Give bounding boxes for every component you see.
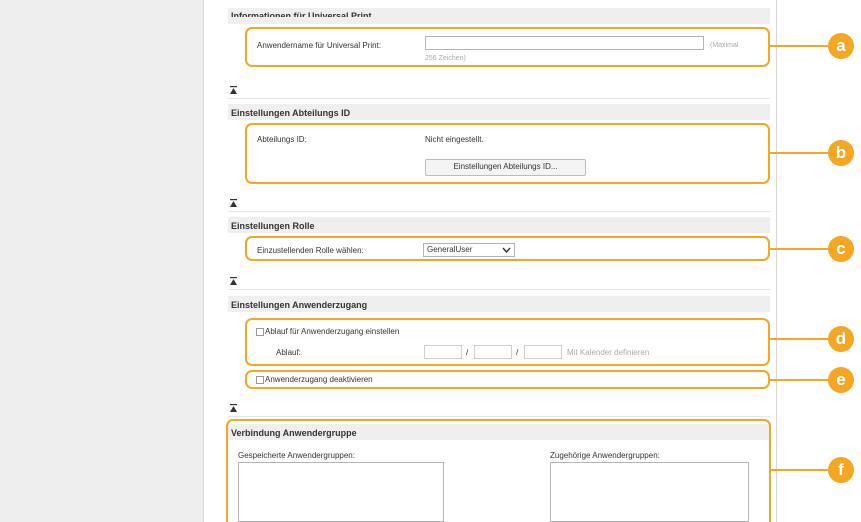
back-to-top-icon[interactable] — [229, 277, 238, 286]
callout-d: d — [828, 326, 854, 352]
callout-line-d — [770, 338, 828, 340]
callout-line-c — [770, 248, 828, 250]
callout-a: a — [828, 33, 854, 59]
section-title-role: Einstellungen Rolle — [231, 221, 315, 231]
callout-line-a — [770, 45, 828, 47]
callout-line-f — [771, 469, 828, 471]
section-title-department-id: Einstellungen Abteilungs ID — [231, 108, 351, 118]
highlight-e — [245, 370, 770, 389]
callout-b: b — [828, 140, 854, 166]
section-divider — [228, 98, 770, 99]
callout-e: e — [828, 367, 854, 393]
callout-f: f — [828, 457, 854, 483]
callout-c: c — [828, 236, 854, 262]
section-divider — [228, 416, 770, 417]
highlight-f — [226, 419, 771, 522]
highlight-c — [245, 236, 770, 261]
highlight-b — [245, 123, 770, 184]
highlight-a — [245, 27, 770, 67]
highlight-d — [245, 318, 770, 366]
left-panel — [0, 0, 204, 522]
section-divider — [228, 211, 770, 212]
callout-line-b — [770, 152, 828, 154]
section-title-universal-print: Informationen für Universal Print — [231, 11, 372, 17]
back-to-top-icon[interactable] — [229, 404, 238, 413]
callout-line-e — [770, 379, 828, 381]
content-border — [776, 0, 777, 522]
section-divider — [228, 289, 770, 290]
back-to-top-icon[interactable] — [229, 199, 238, 208]
section-title-user-access: Einstellungen Anwenderzugang — [231, 300, 368, 310]
back-to-top-icon[interactable] — [229, 86, 238, 95]
